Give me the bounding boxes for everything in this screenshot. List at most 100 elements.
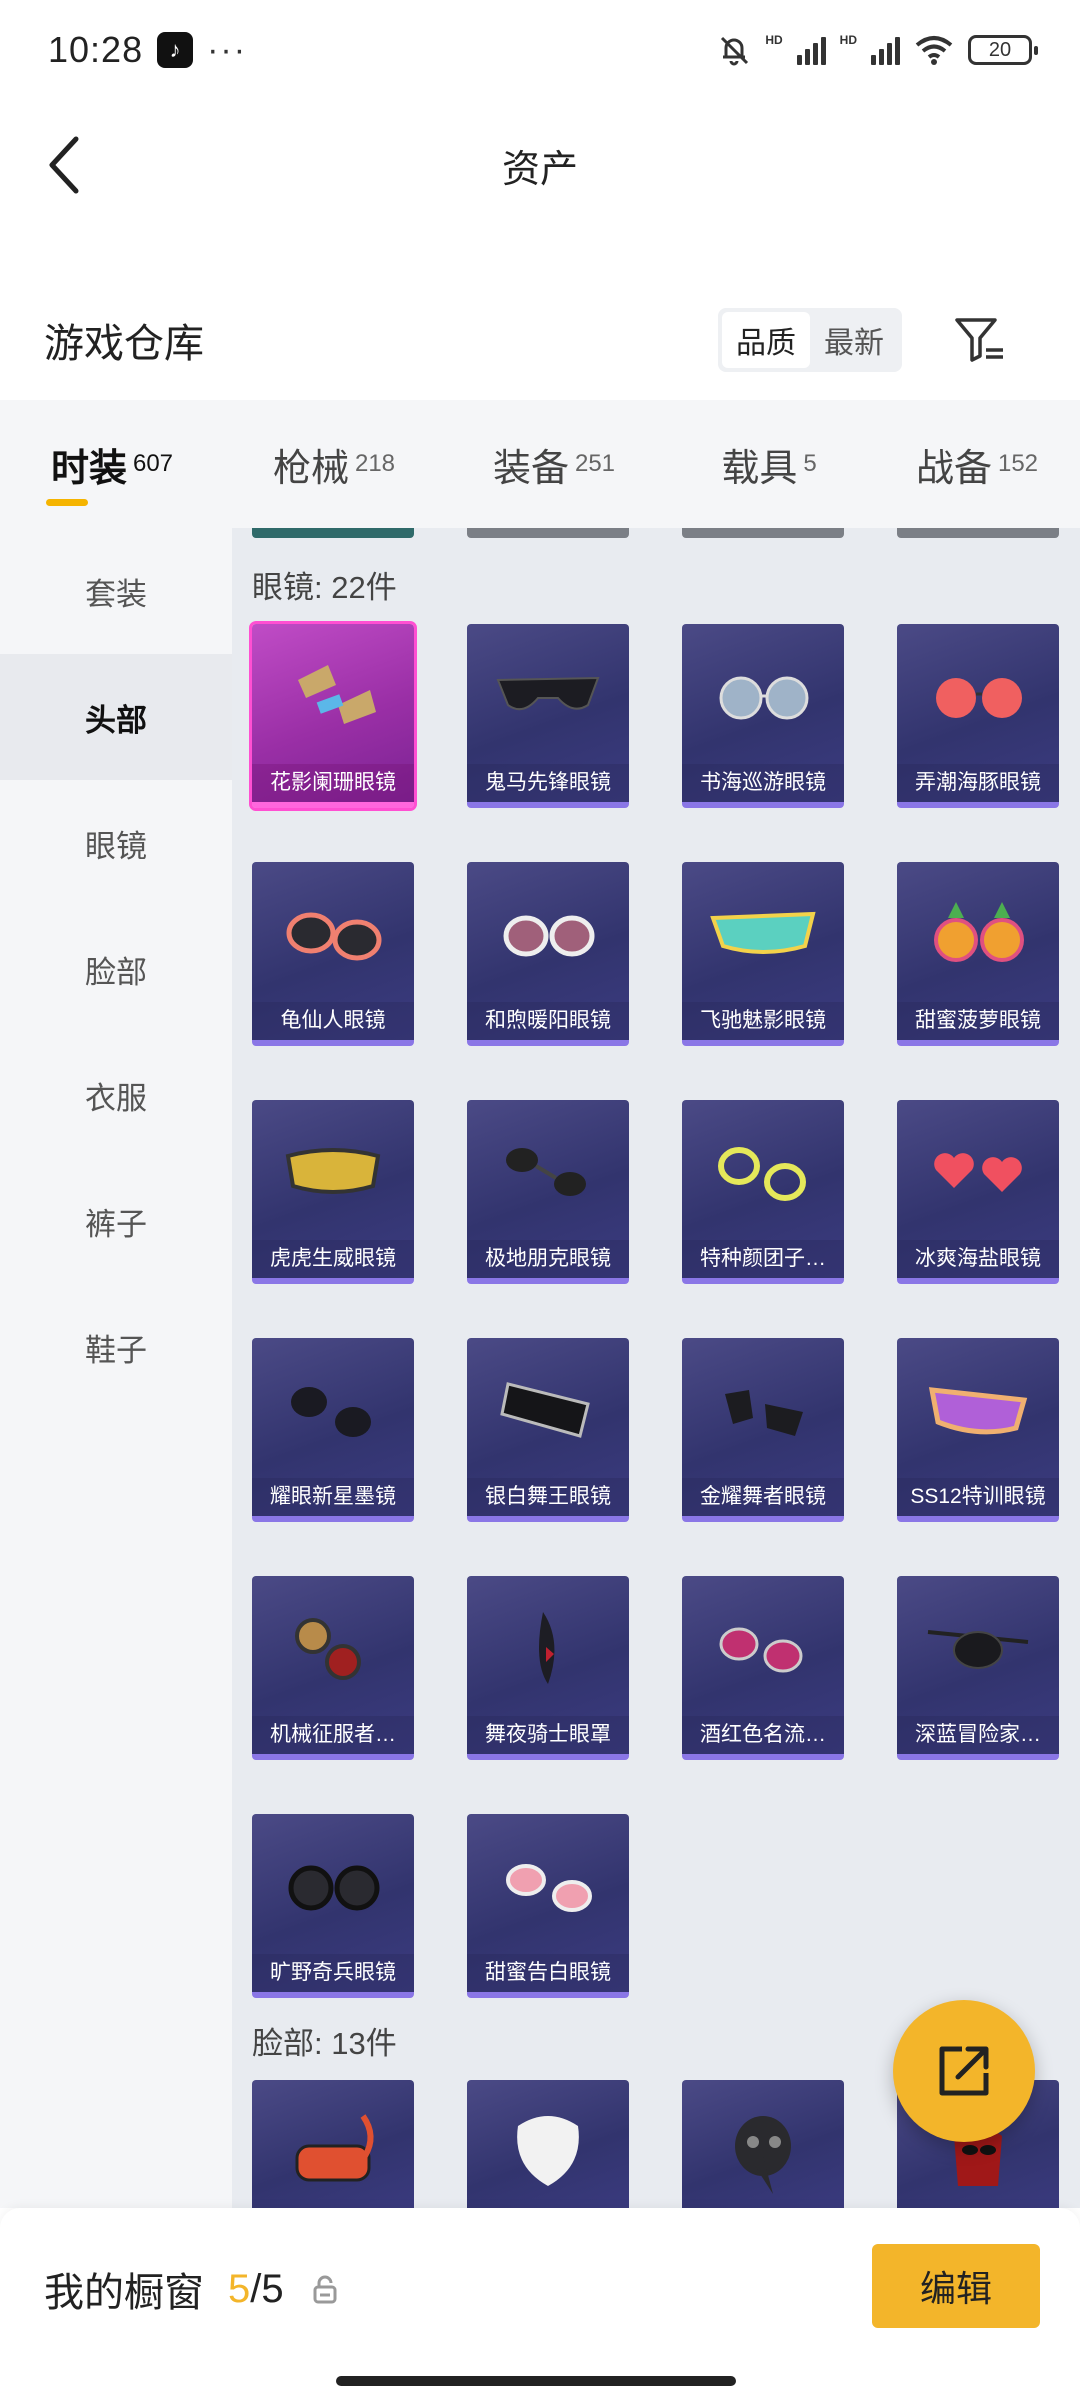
eye-mask-icon <box>539 1612 555 1684</box>
sunglasses-icon <box>496 676 600 711</box>
item-name: 耀眼新星墨镜 <box>252 1478 414 1516</box>
item-card[interactable]: 冰爽海盐眼镜 <box>897 1100 1059 1284</box>
showcase-separator: / <box>250 2266 262 2311</box>
active-tab-indicator <box>46 499 88 506</box>
top-header: 资产 <box>0 100 1080 230</box>
home-indicator[interactable] <box>336 2376 736 2386</box>
item-name: 特种颜团子… <box>682 1240 844 1278</box>
sidebar-item-face[interactable]: 脸部 <box>0 906 232 1032</box>
snorkel-mask-icon <box>295 2114 374 2182</box>
battery-icon: 20 <box>968 35 1038 65</box>
pink-glasses-icon <box>506 1864 592 1912</box>
item-image <box>252 862 414 1004</box>
showcase-current-count: 5 <box>228 2266 251 2311</box>
sidebar-item-shoes[interactable]: 鞋子 <box>0 1284 232 1410</box>
item-card[interactable]: 和煦暖阳眼镜 <box>467 862 629 1046</box>
tab-fashion[interactable]: 时装 607 <box>0 400 224 528</box>
item-name: 旷野奇兵眼镜 <box>252 1954 414 1992</box>
item-grid-area[interactable]: 眼镜: 22件 花影阑珊眼镜 鬼马先锋眼镜 书海巡游眼镜 弄潮海豚眼镜 龟仙人眼… <box>232 528 1080 2208</box>
sidebar-item-pants[interactable]: 裤子 <box>0 1158 232 1284</box>
item-name: SS12特训眼镜 <box>897 1478 1059 1516</box>
item-name: 鬼马先锋眼镜 <box>467 764 629 802</box>
tab-count: 251 <box>574 449 616 477</box>
glasses-icon <box>719 1627 803 1673</box>
steampunk-goggles-icon <box>295 1618 361 1680</box>
sidebar-item-suits[interactable]: 套装 <box>0 528 232 654</box>
signal-icon-1 <box>796 35 826 65</box>
status-icons: HD HD 20 <box>717 33 1038 67</box>
previous-row-stubs <box>232 528 1080 540</box>
sort-toggle: 品质 最新 <box>718 308 902 372</box>
item-image <box>897 1338 1059 1480</box>
item-image <box>467 1100 629 1242</box>
shield-sunglasses-icon <box>500 1382 590 1438</box>
sidebar-item-clothes[interactable]: 衣服 <box>0 1032 232 1158</box>
sidebar-item-head[interactable]: 头部 <box>0 654 232 780</box>
item-card[interactable]: 飞驰魅影眼镜 <box>682 862 844 1046</box>
item-card[interactable]: SS12特训眼镜 <box>897 1338 1059 1522</box>
item-image <box>682 624 844 766</box>
item-name: 金耀舞者眼镜 <box>682 1478 844 1516</box>
item-name: 甜蜜告白眼镜 <box>467 1954 629 1992</box>
item-image <box>682 1100 844 1242</box>
item-card[interactable]: 金耀舞者眼镜 <box>682 1338 844 1522</box>
item-image <box>467 1814 629 1956</box>
item-card[interactable]: 虎虎生威眼镜 <box>252 1100 414 1284</box>
round-glasses-icon <box>719 676 809 720</box>
item-card[interactable]: 酒红色名流… <box>682 1576 844 1760</box>
sort-quality-button[interactable]: 品质 <box>722 312 810 368</box>
tab-label: 时装 <box>50 447 127 490</box>
item-card[interactable]: 机械征服者… <box>252 1576 414 1760</box>
item-image <box>252 624 414 766</box>
item-name: 虎虎生威眼镜 <box>252 1240 414 1278</box>
item-card[interactable] <box>252 2080 414 2208</box>
item-image <box>467 1338 629 1480</box>
wifi-icon <box>915 36 953 65</box>
item-card[interactable]: 龟仙人眼镜 <box>252 862 414 1046</box>
hd-label-1: HD <box>765 33 783 47</box>
tab-vehicles[interactable]: 载具 5 <box>664 400 874 528</box>
item-card[interactable]: 甜蜜菠萝眼镜 <box>897 862 1059 1046</box>
item-image <box>467 862 629 1004</box>
share-icon <box>939 2046 989 2096</box>
filter-button[interactable] <box>946 307 1012 373</box>
item-image <box>467 1576 629 1718</box>
tab-equipment[interactable]: 装备 251 <box>444 400 664 528</box>
item-card[interactable]: 舞夜骑士眼罩 <box>467 1576 629 1760</box>
item-image <box>682 2080 844 2208</box>
item-card[interactable]: 书海巡游眼镜 <box>682 624 844 808</box>
item-name: 极地朋克眼镜 <box>467 1240 629 1278</box>
sidebar-item-glasses[interactable]: 眼镜 <box>0 780 232 906</box>
section-header-glasses: 眼镜: 22件 <box>252 570 397 605</box>
item-card[interactable] <box>682 2080 844 2208</box>
item-card[interactable]: 耀眼新星墨镜 <box>252 1338 414 1522</box>
yellow-glasses-icon <box>718 1147 806 1201</box>
share-button[interactable] <box>893 2000 1035 2142</box>
subcategory-sidebar: 套装 头部 眼镜 脸部 衣服 裤子 鞋子 <box>0 528 232 2208</box>
section-header-face: 脸部: 13件 <box>252 2026 397 2061</box>
item-card[interactable]: 银白舞王眼镜 <box>467 1338 629 1522</box>
item-card[interactable]: 特种颜团子… <box>682 1100 844 1284</box>
glasses-icon <box>503 915 595 957</box>
item-card[interactable]: 甜蜜告白眼镜 <box>467 1814 629 1998</box>
edit-button[interactable]: 编辑 <box>872 2244 1040 2328</box>
tab-label: 载具 <box>721 447 798 490</box>
showcase-bar: 我的橱窗 5 / 5 编辑 <box>0 2208 1080 2400</box>
sort-newest-button[interactable]: 最新 <box>810 312 898 368</box>
tab-firearms[interactable]: 枪械 218 <box>224 400 444 528</box>
item-image <box>682 862 844 1004</box>
item-card[interactable]: 极地朋克眼镜 <box>467 1100 629 1284</box>
item-card[interactable] <box>467 2080 629 2208</box>
item-card[interactable]: 弄潮海豚眼镜 <box>897 624 1059 808</box>
item-card[interactable]: 旷野奇兵眼镜 <box>252 1814 414 1998</box>
tiktok-icon: ♪ <box>157 32 194 68</box>
item-card[interactable]: 深蓝冒险家… <box>897 1576 1059 1760</box>
item-card[interactable]: 花影阑珊眼镜 <box>249 621 417 811</box>
item-card[interactable]: 鬼马先锋眼镜 <box>467 624 629 808</box>
status-time: 10:28 <box>48 29 144 70</box>
tab-label: 装备 <box>492 447 569 490</box>
item-image <box>252 1338 414 1480</box>
tab-supplies[interactable]: 战备 152 <box>874 400 1080 528</box>
item-card-stub <box>897 528 1059 538</box>
item-card-stub <box>252 528 414 538</box>
